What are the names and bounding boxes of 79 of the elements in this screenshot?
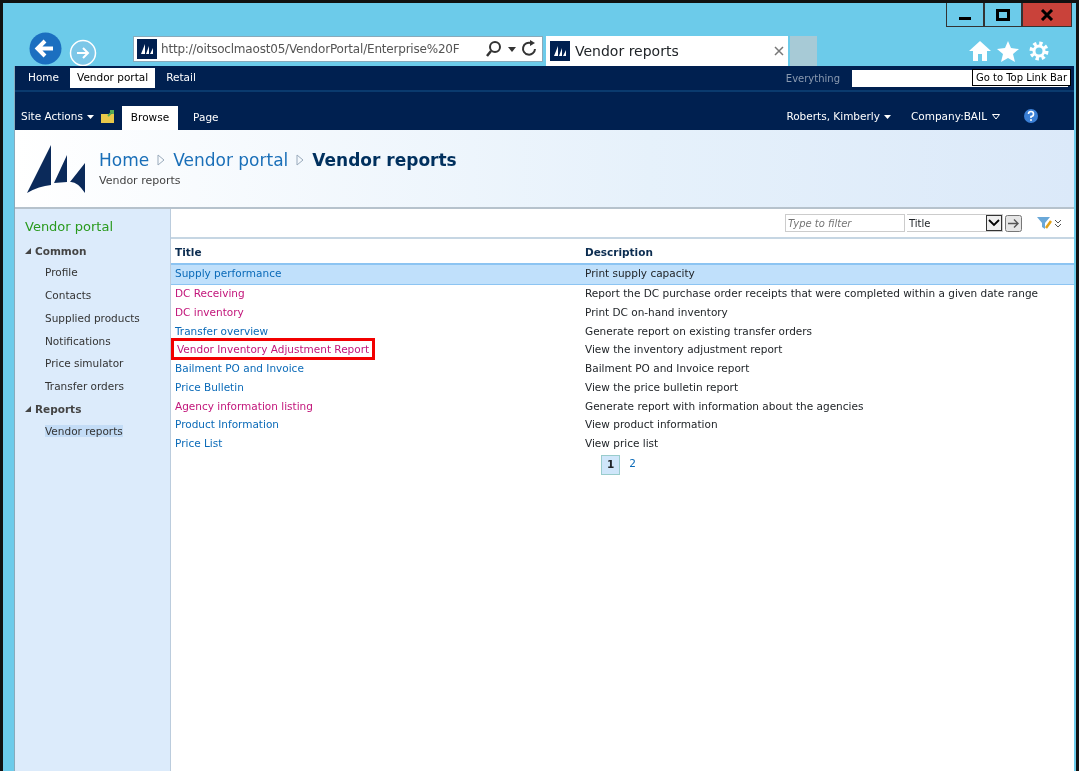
breadcrumb-link[interactable]: Home xyxy=(99,147,150,173)
company-menu[interactable]: Company:BAIL xyxy=(910,109,1000,130)
filter-icon[interactable] xyxy=(1036,215,1062,231)
refresh-icon[interactable] xyxy=(521,40,539,58)
close-button[interactable] xyxy=(1022,3,1072,27)
forward-icon[interactable] xyxy=(69,39,97,67)
expanded-triangle-icon[interactable] xyxy=(25,247,32,255)
minimize-icon xyxy=(959,17,971,20)
maximize-icon xyxy=(996,8,1010,21)
back-icon[interactable] xyxy=(29,32,62,65)
sidebar-item[interactable]: Contacts xyxy=(45,289,92,301)
sidebar-item[interactable]: Price simulator xyxy=(45,357,124,370)
help-icon[interactable] xyxy=(1024,109,1038,123)
sidebar-item[interactable]: Profile xyxy=(45,266,78,279)
caret-icon xyxy=(883,114,891,120)
report-description: Print supply capacity xyxy=(581,263,1074,284)
site-logo-icon xyxy=(137,39,157,59)
tooltip: Go to Top Link Bar xyxy=(971,69,1071,86)
expanded-triangle-icon[interactable] xyxy=(25,406,32,414)
site-logo-icon xyxy=(550,41,570,61)
dropdown-caret-icon[interactable] xyxy=(507,45,517,53)
sidebar-item[interactable]: Vendor reports xyxy=(45,424,123,437)
sidebar-group[interactable]: Reports xyxy=(35,401,82,418)
column-select[interactable]: Title xyxy=(907,214,1003,232)
report-description: Generate report with information about the agencies xyxy=(584,398,865,414)
browser-tab[interactable]: Vendor reports xyxy=(546,36,788,66)
page-link[interactable]: 2 xyxy=(624,455,641,475)
ribbon-tab[interactable]: Browse xyxy=(121,106,179,130)
close-tab-icon[interactable] xyxy=(774,46,784,56)
folder-icon[interactable] xyxy=(99,110,116,124)
breadcrumb-link[interactable]: Vendor portal xyxy=(173,147,289,173)
report-description: Report the DC purchase order receipts that were completed within a given date range xyxy=(581,284,1074,304)
breadcrumb-arrow-icon xyxy=(296,154,305,167)
nav-tab[interactable]: Retail xyxy=(159,68,203,88)
report-link[interactable]: DC Receiving xyxy=(175,287,245,299)
report-link[interactable]: Bailment PO and Invoice xyxy=(175,362,304,374)
sidebar-item[interactable]: Supplied products xyxy=(45,311,140,324)
column-header[interactable]: Title xyxy=(171,239,581,264)
star-icon[interactable] xyxy=(996,40,1020,62)
page-title: Vendor reports xyxy=(312,148,457,172)
report-link[interactable]: Agency information listing xyxy=(175,399,313,412)
report-description: Bailment PO and Invoice report xyxy=(584,361,751,376)
tab-title: Vendor reports xyxy=(575,41,680,61)
ribbon-tab[interactable]: Page xyxy=(184,106,228,130)
search-scope[interactable]: Everything xyxy=(785,70,840,86)
breadcrumb-arrow-icon xyxy=(157,154,166,167)
sidebar-item[interactable]: Transfer orders xyxy=(45,380,125,392)
page-link[interactable]: 1 xyxy=(601,455,621,475)
nav-tab[interactable]: Home xyxy=(21,68,66,88)
sidebar-item[interactable]: Notifications xyxy=(45,334,111,347)
page-subtitle: Vendor reports xyxy=(99,173,182,189)
report-link[interactable]: DC inventory xyxy=(175,305,244,318)
report-link[interactable]: Supply performance xyxy=(175,267,282,280)
nav-tab[interactable]: Vendor portal xyxy=(70,68,156,88)
column-header[interactable]: Description xyxy=(581,239,1074,264)
report-description: Print DC on-hand inventory xyxy=(584,304,729,320)
sidebar-group[interactable]: Common xyxy=(35,243,87,260)
arrow-right-icon[interactable] xyxy=(1005,214,1022,232)
minimize-button[interactable] xyxy=(946,3,984,27)
caret-icon xyxy=(86,114,94,120)
maximize-button[interactable] xyxy=(984,3,1022,27)
search-icon[interactable] xyxy=(485,40,503,58)
filter-field[interactable]: Type to filter xyxy=(785,214,905,232)
dropdown-caret-icon[interactable] xyxy=(986,215,1002,231)
site-actions-menu[interactable]: Site Actions xyxy=(21,109,94,130)
report-link[interactable]: Transfer overview xyxy=(175,324,269,337)
report-description: View the inventory adjustment report xyxy=(584,342,784,358)
address-bar[interactable]: http://oitsoclmaost05/VendorPortal/Enterprise%20F xyxy=(133,36,543,62)
report-link[interactable]: Price Bulletin xyxy=(175,380,244,393)
report-link[interactable]: Price List xyxy=(175,437,223,449)
report-description: Generate report on existing transfer orders xyxy=(584,323,814,339)
report-description: View the price bulletin report xyxy=(584,379,739,395)
report-link[interactable]: Product Information xyxy=(175,418,279,431)
user-menu[interactable]: Roberts, Kimberly xyxy=(786,109,891,130)
report-description: View product information xyxy=(584,417,719,433)
caret-icon xyxy=(992,114,1000,121)
address-text: http://oitsoclmaost05/VendorPortal/Enterprise%20F xyxy=(161,41,461,58)
close-icon xyxy=(1040,8,1054,21)
report-description: View price list xyxy=(584,436,660,451)
